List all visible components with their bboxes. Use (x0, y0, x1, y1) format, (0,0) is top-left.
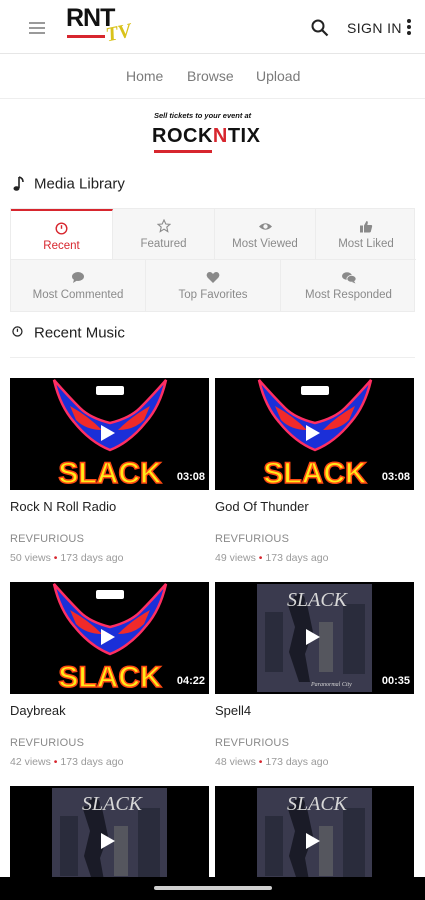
nav-home[interactable]: Home (126, 68, 163, 84)
thumbs-up-icon (360, 220, 373, 232)
section-divider (10, 357, 415, 358)
logo-sub: TV (103, 19, 134, 47)
video-uploader[interactable]: REVFURIOUS (10, 737, 84, 749)
video-thumbnail[interactable]: 00:35 (215, 582, 414, 694)
comments-icon (341, 271, 356, 283)
rocknitix-banner[interactable]: Sell tickets to your event at ROCKNTIX (152, 111, 274, 153)
search-icon[interactable] (311, 19, 329, 37)
home-gesture-handle[interactable] (154, 886, 272, 890)
tab-most-viewed[interactable]: Most Viewed (215, 209, 316, 260)
logo-underline (67, 35, 105, 38)
video-title[interactable]: Rock N Roll Radio (10, 499, 116, 514)
recent-music-heading: Recent Music (10, 324, 125, 342)
tab-most-liked[interactable]: Most Liked (316, 209, 416, 260)
play-icon[interactable] (101, 833, 115, 849)
star-icon (156, 219, 171, 233)
video-duration: 03:08 (381, 471, 410, 483)
heart-icon (206, 271, 220, 283)
clock-icon (55, 221, 68, 235)
play-icon[interactable] (101, 629, 115, 645)
video-meta: 49 views • 173 days ago (215, 552, 329, 564)
play-icon[interactable] (306, 629, 320, 645)
video-title[interactable]: Daybreak (10, 703, 66, 718)
video-thumbnail[interactable]: 03:08 (215, 378, 414, 490)
nav-upload[interactable]: Upload (256, 68, 300, 84)
nav-browse[interactable]: Browse (187, 68, 234, 84)
main-nav: Home Browse Upload (0, 55, 425, 99)
play-icon[interactable] (306, 425, 320, 441)
video-meta: 48 views • 173 days ago (215, 756, 329, 768)
more-options-icon[interactable] (407, 19, 411, 35)
tab-top-favorites[interactable]: Top Favorites (146, 260, 281, 311)
video-duration: 04:22 (176, 675, 205, 687)
video-duration: 00:35 (381, 675, 410, 687)
rnt-tv-logo[interactable]: RNT TV (66, 4, 133, 50)
play-icon[interactable] (101, 425, 115, 441)
tab-most-commented[interactable]: Most Commented (11, 260, 146, 311)
app-header: RNT TV SIGN IN (0, 0, 425, 54)
media-library-heading: Media Library (10, 175, 125, 193)
video-thumbnail[interactable]: 03:08 (10, 378, 209, 490)
sign-in-button[interactable]: SIGN IN (347, 20, 402, 36)
tab-most-responded[interactable]: Most Responded (281, 260, 416, 311)
comment-icon (72, 271, 84, 283)
eye-icon (258, 222, 272, 230)
music-note-icon (13, 176, 24, 191)
video-duration: 03:08 (176, 471, 205, 483)
video-thumbnail[interactable]: 04:22 (10, 582, 209, 694)
menu-icon[interactable] (29, 22, 45, 34)
banner-accent-bar (154, 150, 212, 153)
tab-featured[interactable]: Featured (113, 209, 215, 260)
banner-brand: ROCKNTIX (152, 125, 261, 147)
system-navigation-bar (0, 877, 425, 900)
video-uploader[interactable]: REVFURIOUS (215, 737, 289, 749)
clock-icon (12, 326, 23, 337)
video-uploader[interactable]: REVFURIOUS (215, 533, 289, 545)
media-library-tabs: Recent Featured Most Viewed Most Liked M… (10, 208, 416, 312)
video-meta: 42 views • 173 days ago (10, 756, 124, 768)
video-title[interactable]: Spell4 (215, 703, 251, 718)
video-uploader[interactable]: REVFURIOUS (10, 533, 84, 545)
video-title[interactable]: God Of Thunder (215, 499, 309, 514)
play-icon[interactable] (306, 833, 320, 849)
banner-tagline: Sell tickets to your event at (154, 111, 252, 120)
video-meta: 50 views • 173 days ago (10, 552, 124, 564)
tab-recent[interactable]: Recent (11, 209, 113, 260)
